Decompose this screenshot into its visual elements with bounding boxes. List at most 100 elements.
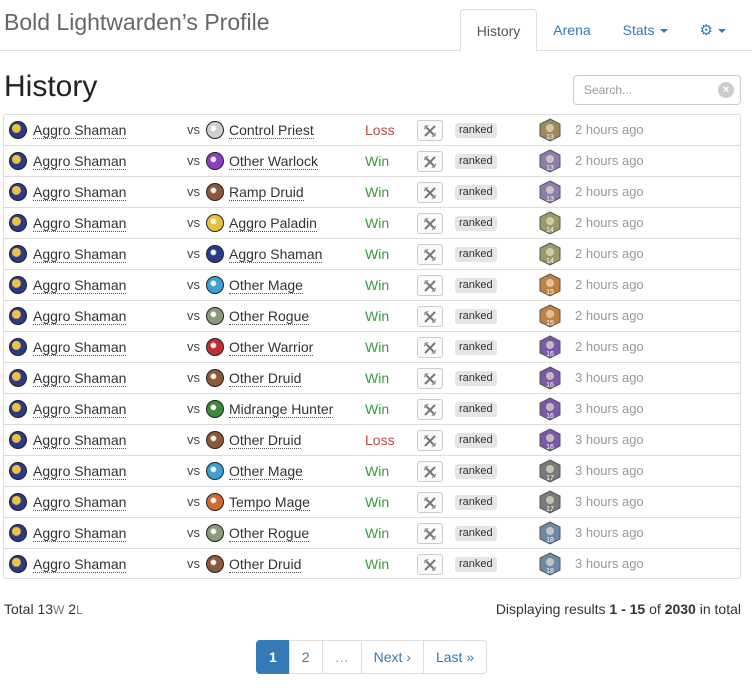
opponent-class-icon	[206, 400, 224, 418]
match-result: Win	[365, 184, 390, 200]
match-time: 3 hours ago	[575, 401, 644, 416]
wins-suffix: W	[53, 603, 65, 617]
table-row[interactable]: Aggro Shaman vs Midrange Hunter Win ranked 16…	[4, 394, 740, 425]
opponent-deck-link[interactable]: Other Druid	[229, 370, 302, 387]
opponent-cell: Aggro Paladin	[229, 208, 317, 238]
shaman-class-icon	[9, 555, 27, 573]
match-time: 2 hours ago	[575, 339, 644, 354]
match-time: 2 hours ago	[575, 215, 644, 230]
rank-number: 13	[546, 196, 554, 203]
shaman-class-icon	[9, 214, 27, 232]
shaman-class-icon	[9, 121, 27, 139]
rank-number: 18	[546, 537, 554, 544]
rank-icon: 18	[539, 552, 561, 576]
opponent-deck-link[interactable]: Aggro Shaman	[229, 246, 323, 263]
player-deck-link[interactable]: Aggro Shaman	[33, 494, 127, 511]
player-deck-link[interactable]: Aggro Shaman	[33, 370, 127, 387]
match-result: Win	[365, 308, 390, 324]
table-row[interactable]: Aggro Shaman vs Other Rogue Win ranked 15 2 ho…	[4, 301, 740, 332]
deck-cell: Aggro Shaman	[33, 177, 127, 207]
last-page-button[interactable]: Last »	[422, 640, 488, 674]
opponent-deck-link[interactable]: Other Mage	[229, 463, 303, 480]
table-row[interactable]: Aggro Shaman vs Other Druid Win ranked 18 3 ho…	[4, 549, 740, 578]
player-deck-link[interactable]: Aggro Shaman	[33, 525, 127, 542]
table-row[interactable]: Aggro Shaman vs Other Mage Win ranked 15 2 hou…	[4, 270, 740, 301]
opponent-deck-link[interactable]: Midrange Hunter	[229, 401, 334, 418]
page-1-button[interactable]: 1	[256, 640, 290, 674]
table-row[interactable]: Aggro Shaman vs Other Mage Win ranked 17 3 hou…	[4, 456, 740, 487]
player-deck-link[interactable]: Aggro Shaman	[33, 308, 127, 325]
table-row[interactable]: Aggro Shaman vs Aggro Shaman Win ranked 14 2 h…	[4, 239, 740, 270]
game-mode-badge: ranked	[455, 464, 497, 479]
table-row[interactable]: Aggro Shaman vs Tempo Mage Win ranked 17 3 hou…	[4, 487, 740, 518]
settings-dropdown[interactable]: ⚙	[684, 9, 742, 51]
opponent-deck-link[interactable]: Other Mage	[229, 277, 303, 294]
player-deck-link[interactable]: Aggro Shaman	[33, 463, 127, 480]
player-deck-link[interactable]: Aggro Shaman	[33, 277, 127, 294]
no-coin-icon	[417, 492, 443, 513]
rank-number: 18	[546, 568, 554, 575]
clear-search-icon[interactable]: ×	[718, 82, 734, 98]
player-deck-link[interactable]: Aggro Shaman	[33, 246, 127, 263]
player-deck-link[interactable]: Aggro Shaman	[33, 215, 127, 232]
page-2-button[interactable]: 2	[288, 640, 323, 674]
match-result: Win	[365, 277, 390, 293]
match-result: Win	[365, 556, 390, 572]
vs-label: vs	[187, 308, 200, 323]
profile-nav-tabs: History Arena Stats ⚙	[459, 9, 742, 52]
opponent-deck-link[interactable]: Other Warrior	[229, 339, 314, 356]
player-deck-link[interactable]: Aggro Shaman	[33, 122, 127, 139]
table-row[interactable]: Aggro Shaman vs Other Warrior Win ranked 16 2 …	[4, 332, 740, 363]
opponent-class-icon	[206, 524, 224, 542]
rank-number: 15	[546, 320, 554, 327]
table-row[interactable]: Aggro Shaman vs Other Druid Loss ranked 16 3 h…	[4, 425, 740, 456]
game-mode-badge: ranked	[455, 340, 497, 355]
game-mode-badge: ranked	[455, 371, 497, 386]
page-ellipsis: …	[321, 640, 362, 674]
opponent-deck-link[interactable]: Aggro Paladin	[229, 215, 317, 232]
opponent-deck-link[interactable]: Tempo Mage	[229, 494, 310, 511]
tab-stats-dropdown[interactable]: Stats	[607, 9, 684, 51]
player-deck-link[interactable]: Aggro Shaman	[33, 339, 127, 356]
table-row[interactable]: Aggro Shaman vs Control Priest Loss ranked 13…	[4, 115, 740, 146]
player-deck-link[interactable]: Aggro Shaman	[33, 432, 127, 449]
opponent-deck-link[interactable]: Other Rogue	[229, 525, 310, 542]
table-row[interactable]: Aggro Shaman vs Other Rogue Win ranked 18 3 ho…	[4, 518, 740, 549]
opponent-cell: Tempo Mage	[229, 487, 310, 517]
match-time: 3 hours ago	[575, 525, 644, 540]
player-deck-link[interactable]: Aggro Shaman	[33, 401, 127, 418]
game-mode-badge: ranked	[455, 526, 497, 541]
opponent-cell: Other Mage	[229, 456, 303, 486]
opponent-deck-link[interactable]: Other Rogue	[229, 308, 310, 325]
no-coin-icon	[417, 430, 443, 451]
table-row[interactable]: Aggro Shaman vs Ramp Druid Win ranked 13 2 hou…	[4, 177, 740, 208]
opponent-deck-link[interactable]: Other Druid	[229, 556, 302, 573]
opponent-cell: Other Rogue	[229, 301, 310, 331]
player-deck-link[interactable]: Aggro Shaman	[33, 184, 127, 201]
tab-arena[interactable]: Arena	[537, 9, 606, 51]
tab-history[interactable]: History	[459, 9, 538, 52]
deck-cell: Aggro Shaman	[33, 146, 127, 176]
table-row[interactable]: Aggro Shaman vs Aggro Paladin Win ranked 14 2 …	[4, 208, 740, 239]
game-mode-badge: ranked	[455, 247, 497, 262]
shaman-class-icon	[9, 276, 27, 294]
match-time: 3 hours ago	[575, 370, 644, 385]
opponent-deck-link[interactable]: Ramp Druid	[229, 184, 304, 201]
search-input[interactable]	[574, 76, 714, 104]
opponent-class-icon	[206, 245, 224, 263]
rank-number: 16	[546, 413, 554, 420]
deck-cell: Aggro Shaman	[33, 394, 127, 424]
player-deck-link[interactable]: Aggro Shaman	[33, 153, 127, 170]
rank-icon: 18	[539, 521, 561, 545]
match-time: 3 hours ago	[575, 556, 644, 571]
table-row[interactable]: Aggro Shaman vs Other Druid Win ranked 16 3 ho…	[4, 363, 740, 394]
pagination: 1 2 … Next › Last »	[256, 640, 488, 674]
opponent-deck-link[interactable]: Other Druid	[229, 432, 302, 449]
shaman-class-icon	[9, 338, 27, 356]
opponent-deck-link[interactable]: Other Warlock	[229, 153, 318, 170]
next-page-button[interactable]: Next ›	[360, 640, 424, 674]
opponent-deck-link[interactable]: Control Priest	[229, 122, 314, 139]
table-row[interactable]: Aggro Shaman vs Other Warlock Win ranked 13 2 …	[4, 146, 740, 177]
player-deck-link[interactable]: Aggro Shaman	[33, 556, 127, 573]
no-coin-icon	[417, 554, 443, 575]
